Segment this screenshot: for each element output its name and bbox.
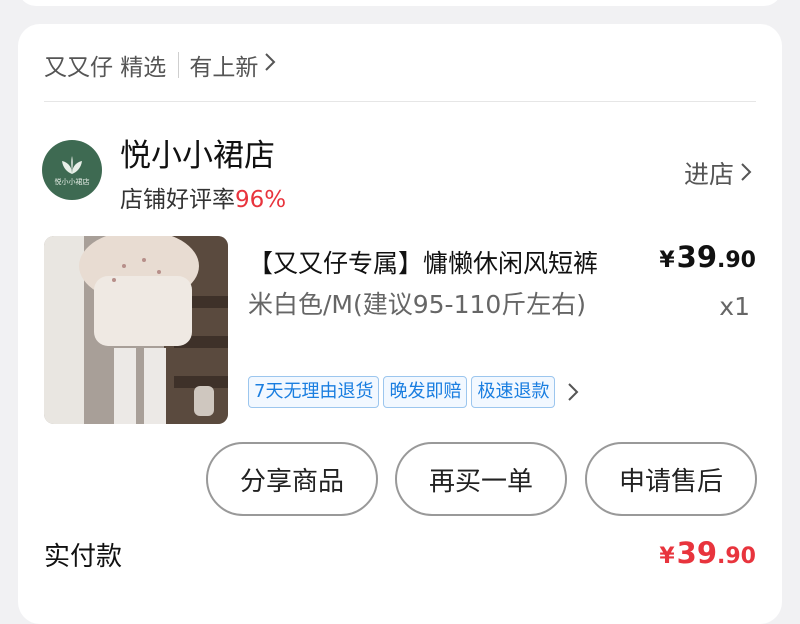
shop-name[interactable]: 悦小小裙店	[120, 130, 275, 175]
tag-7day-return: 7天无理由退货	[248, 376, 380, 408]
product-variant: 米白色/M(建议95-110斤左右)	[248, 290, 587, 319]
product-price: ¥ 39 .90	[659, 240, 756, 274]
enter-shop-link[interactable]: 进店	[684, 155, 752, 191]
chevron-right-icon	[740, 159, 752, 188]
shop-rating-label: 店铺好评率	[120, 187, 235, 213]
product-image[interactable]	[44, 236, 228, 424]
paid-amount: ¥ 39 .90	[659, 536, 756, 570]
price-dec: .90	[717, 248, 756, 273]
promo-new-link[interactable]: 有上新	[189, 48, 276, 82]
rebuy-button[interactable]: 再买一单	[395, 442, 567, 516]
share-product-button[interactable]: 分享商品	[206, 442, 378, 516]
shop-rating: 店铺好评率96%	[120, 180, 286, 214]
product-title[interactable]: 【又又仔专属】慵懒休闲风短裤	[248, 244, 618, 280]
promo-new-label: 有上新	[189, 55, 259, 81]
enter-shop-label: 进店	[683, 160, 734, 189]
chevron-right-icon	[264, 52, 276, 78]
paid-dec: .90	[717, 544, 756, 569]
leaf-icon	[62, 155, 82, 174]
shop-logo-text: 悦小小裙店	[54, 177, 90, 186]
service-tags[interactable]: 7天无理由退货 晚发即赔 极速退款	[248, 376, 579, 408]
promo-brand-label: 又又仔 精选	[44, 55, 167, 81]
shop-logo[interactable]: 悦小小裙店	[42, 140, 102, 200]
paid-label: 实付款	[44, 542, 123, 572]
price-currency: ¥	[659, 248, 675, 273]
previous-card	[18, 0, 782, 6]
shop-rating-value: 96%	[235, 187, 287, 213]
tag-fast-refund: 极速退款	[471, 376, 556, 408]
promo-separator	[178, 52, 180, 78]
promo-row[interactable]: 又又仔 精选 有上新	[44, 48, 276, 82]
divider	[44, 101, 756, 102]
product-quantity: x1	[719, 292, 750, 321]
after-sale-button[interactable]: 申请售后	[585, 442, 757, 516]
chevron-right-icon	[567, 382, 579, 402]
paid-int: 39	[676, 536, 718, 570]
paid-currency: ¥	[659, 544, 675, 569]
price-int: 39	[676, 240, 718, 274]
tag-late-compensation: 晚发即赔	[383, 376, 468, 408]
